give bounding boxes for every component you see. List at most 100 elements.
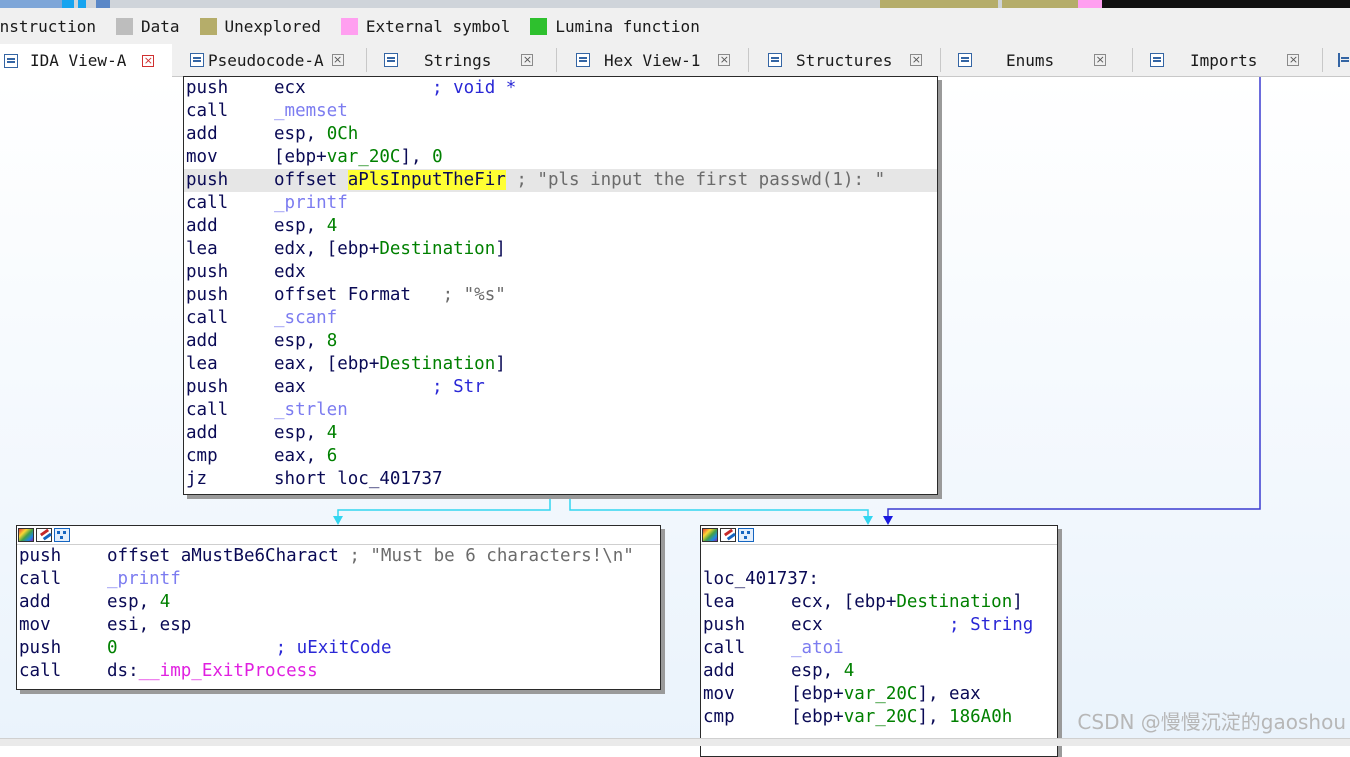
operand[interactable]: ], eax <box>917 684 980 704</box>
asm-line[interactable]: push offset aPlsInputTheFir ; "pls input … <box>184 169 937 192</box>
group-nodes-icon[interactable] <box>738 528 754 542</box>
operand[interactable]: 4 <box>844 661 855 681</box>
operand[interactable]: offset <box>274 170 348 190</box>
asm-line[interactable]: add esp, 8 <box>184 330 937 353</box>
operand[interactable]: esp, <box>274 331 327 351</box>
operand[interactable]: __imp_ExitProcess <box>139 661 318 681</box>
mnemonic[interactable]: push <box>186 169 274 192</box>
operand[interactable]: var_20C <box>844 707 918 727</box>
mnemonic[interactable]: call <box>19 568 107 591</box>
mnemonic[interactable]: add <box>186 422 274 445</box>
operand[interactable]: var_20C <box>327 147 401 167</box>
operand[interactable]: [ebp+ <box>274 147 327 167</box>
operand[interactable]: esp, <box>274 124 327 144</box>
operand[interactable]: 0 <box>432 147 443 167</box>
operand[interactable]: ecx <box>274 78 432 98</box>
mnemonic[interactable]: mov <box>19 614 107 637</box>
mnemonic[interactable]: add <box>186 330 274 353</box>
asm-line[interactable]: push edx <box>184 261 937 284</box>
asm-line[interactable]: call _memset <box>184 100 937 123</box>
asm-line[interactable]: add esp, 4 <box>184 215 937 238</box>
operand[interactable]: esp, <box>274 423 327 443</box>
operand[interactable]: esp, <box>791 661 844 681</box>
mnemonic[interactable]: add <box>186 123 274 146</box>
mnemonic[interactable]: push <box>186 284 274 307</box>
operand[interactable]: _atoi <box>791 638 844 658</box>
asm-line[interactable]: add esp, 4 <box>701 660 1057 683</box>
asm-line[interactable]: call ds:__imp_ExitProcess <box>17 660 660 683</box>
operand[interactable]: _memset <box>274 101 348 121</box>
operand[interactable]: ] <box>1012 592 1023 612</box>
tab-pseudocode-a[interactable]: Pseudocode-A × <box>190 44 360 76</box>
group-nodes-icon[interactable] <box>54 528 70 542</box>
operand[interactable]: edx <box>274 262 306 282</box>
mnemonic[interactable]: push <box>19 545 107 568</box>
color-palette-icon[interactable] <box>702 528 718 542</box>
operand[interactable]: ecx <box>791 615 949 635</box>
asm-line[interactable]: cmp eax, 6 <box>184 445 937 468</box>
close-icon[interactable]: × <box>1094 54 1107 66</box>
operand[interactable]: 0 <box>107 638 118 658</box>
tab-more[interactable] <box>1338 44 1350 76</box>
close-icon[interactable]: × <box>142 54 155 67</box>
operand[interactable]: aPlsInputTheFir <box>347 170 506 190</box>
operand[interactable]: 0Ch <box>327 124 359 144</box>
operand[interactable]: esi, esp <box>107 615 191 635</box>
operand[interactable]: ecx, [ebp+ <box>791 592 896 612</box>
asm-line[interactable]: lea eax, [ebp+Destination] <box>184 353 937 376</box>
asm-line[interactable]: call _atoi <box>701 637 1057 660</box>
operand[interactable]: 4 <box>327 423 338 443</box>
mnemonic[interactable]: call <box>703 637 791 660</box>
asm-line[interactable]: jz short loc_401737 <box>184 468 937 491</box>
operand[interactable]: [ebp+ <box>791 684 844 704</box>
operand[interactable]: _printf <box>274 193 348 213</box>
mnemonic[interactable]: call <box>186 399 274 422</box>
close-icon[interactable]: × <box>521 54 534 66</box>
mnemonic[interactable]: add <box>703 660 791 683</box>
operand[interactable]: ] <box>495 239 506 259</box>
color-palette-icon[interactable] <box>18 528 34 542</box>
asm-line[interactable]: push offset Format ; "%s" <box>184 284 937 307</box>
operand[interactable]: ], <box>400 147 432 167</box>
operand[interactable]: eax, <box>274 446 327 466</box>
mnemonic[interactable]: call <box>186 100 274 123</box>
asm-line[interactable]: call _printf <box>184 192 937 215</box>
code-block-loc-401737[interactable]: loc_401737: lea ecx, [ebp+Destination] push… <box>700 525 1058 757</box>
operand[interactable]: 6 <box>327 446 338 466</box>
operand[interactable]: offset aMustBe6Charact <box>107 546 349 566</box>
tab-strings[interactable]: Strings × <box>384 44 544 76</box>
tab-ida-view-a[interactable]: IDA View-A × <box>0 44 172 77</box>
code-block-main[interactable]: push ecx ; void * call _memset add esp, 0Ch mo… <box>183 76 938 495</box>
mnemonic[interactable]: call <box>186 307 274 330</box>
close-icon[interactable]: × <box>910 54 923 66</box>
asm-line[interactable]: push 0 ; uExitCode <box>17 637 660 660</box>
close-icon[interactable]: × <box>1287 54 1300 66</box>
operand[interactable]: edx, [ebp+ <box>274 239 379 259</box>
asm-line[interactable]: call _printf <box>17 568 660 591</box>
asm-line[interactable]: mov esi, esp <box>17 614 660 637</box>
rename-icon[interactable] <box>720 528 736 542</box>
operand[interactable]: ds: <box>107 661 139 681</box>
operand[interactable]: 4 <box>327 216 338 236</box>
mnemonic[interactable]: lea <box>703 591 791 614</box>
operand[interactable]: ], <box>917 707 949 727</box>
operand[interactable]: _strlen <box>274 400 348 420</box>
mnemonic[interactable]: cmp <box>703 706 791 729</box>
asm-line[interactable]: mov [ebp+var_20C], eax <box>701 683 1057 706</box>
operand[interactable]: esp, <box>274 216 327 236</box>
operand[interactable] <box>506 170 517 190</box>
operand[interactable]: ] <box>495 354 506 374</box>
operand[interactable] <box>118 638 276 658</box>
operand[interactable]: eax <box>274 377 432 397</box>
mnemonic[interactable]: call <box>19 660 107 683</box>
mnemonic[interactable]: call <box>186 192 274 215</box>
operand[interactable]: 8 <box>327 331 338 351</box>
asm-line[interactable]: push ecx ; void * <box>184 77 937 100</box>
mnemonic[interactable]: push <box>186 77 274 100</box>
mnemonic[interactable]: add <box>19 591 107 614</box>
operand[interactable]: var_20C <box>844 684 918 704</box>
asm-line[interactable]: call _scanf <box>184 307 937 330</box>
asm-line[interactable]: lea edx, [ebp+Destination] <box>184 238 937 261</box>
operand[interactable]: offset Format <box>274 285 443 305</box>
mnemonic[interactable]: add <box>186 215 274 238</box>
